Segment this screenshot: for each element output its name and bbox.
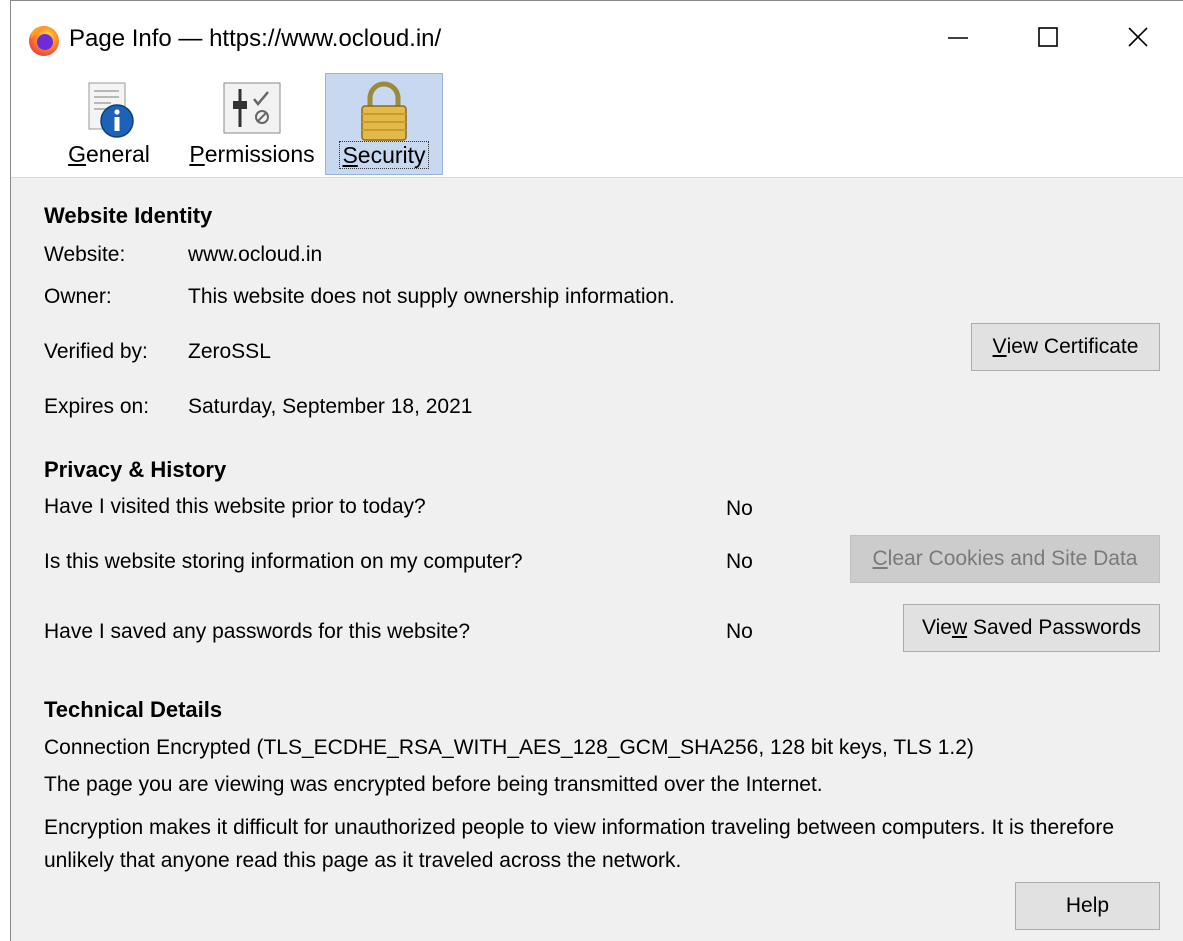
security-panel: Website Identity Website: www.ocloud.in … bbox=[11, 177, 1183, 941]
encryption-explanation-text: Encryption makes it difficult for unauth… bbox=[44, 816, 1114, 872]
visited-answer: No bbox=[726, 497, 753, 520]
minimize-button[interactable] bbox=[913, 1, 1003, 73]
minimize-icon bbox=[948, 37, 968, 39]
passwords-question: Have I saved any passwords for this webs… bbox=[44, 620, 471, 643]
permissions-sliders-icon bbox=[223, 82, 281, 134]
close-icon bbox=[1128, 27, 1148, 47]
website-value: www.ocloud.in bbox=[188, 243, 323, 266]
close-button[interactable] bbox=[1093, 1, 1183, 73]
padlock-icon bbox=[361, 81, 407, 141]
tab-permissions[interactable]: Permissions bbox=[179, 73, 325, 175]
tab-permissions-label: Permissions bbox=[189, 141, 315, 167]
owner-value: This website does not supply ownership i… bbox=[188, 285, 675, 308]
visited-question: Have I visited this website prior to tod… bbox=[44, 495, 426, 518]
clear-cookies-button[interactable]: Clear Cookies and Site Data bbox=[850, 535, 1160, 583]
storing-answer: No bbox=[726, 550, 753, 573]
title-bar[interactable]: Page Info — https://www.ocloud.in/ bbox=[11, 1, 1183, 73]
expires-value: Saturday, September 18, 2021 bbox=[188, 395, 473, 418]
encrypted-transmission-text: The page you are viewing was encrypted b… bbox=[44, 773, 823, 796]
storing-question: Is this website storing information on m… bbox=[44, 550, 523, 573]
info-document-icon bbox=[88, 82, 134, 138]
tab-general[interactable]: General bbox=[59, 73, 159, 175]
firefox-icon bbox=[29, 26, 59, 56]
website-label: Website: bbox=[44, 243, 126, 266]
website-identity-heading: Website Identity bbox=[44, 203, 213, 228]
page-info-window: Page Info — https://www.ocloud.in/ Gener… bbox=[10, 0, 1183, 941]
maximize-icon bbox=[1038, 27, 1058, 47]
verified-by-value: ZeroSSL bbox=[188, 340, 271, 363]
view-certificate-button[interactable]: View Certificate bbox=[971, 323, 1160, 371]
window-title: Page Info — https://www.ocloud.in/ bbox=[69, 25, 442, 52]
help-button[interactable]: Help bbox=[1015, 882, 1160, 930]
technical-details-heading: Technical Details bbox=[44, 697, 223, 722]
passwords-answer: No bbox=[726, 620, 753, 643]
privacy-history-heading: Privacy & History bbox=[44, 457, 227, 482]
expires-label: Expires on: bbox=[44, 395, 150, 418]
tab-security[interactable]: Security bbox=[325, 73, 443, 175]
connection-encrypted-text: Connection Encrypted (TLS_ECDHE_RSA_WITH… bbox=[44, 736, 974, 759]
view-saved-passwords-button[interactable]: Vie w Saved Passwords bbox=[903, 604, 1160, 652]
verified-by-label: Verified by: bbox=[44, 340, 148, 363]
owner-label: Owner: bbox=[44, 285, 112, 308]
tab-general-label: General bbox=[68, 141, 150, 167]
tab-security-label: Security bbox=[326, 141, 442, 169]
tab-toolbar: General Permissions Security bbox=[11, 73, 1183, 178]
maximize-button[interactable] bbox=[1003, 1, 1093, 73]
